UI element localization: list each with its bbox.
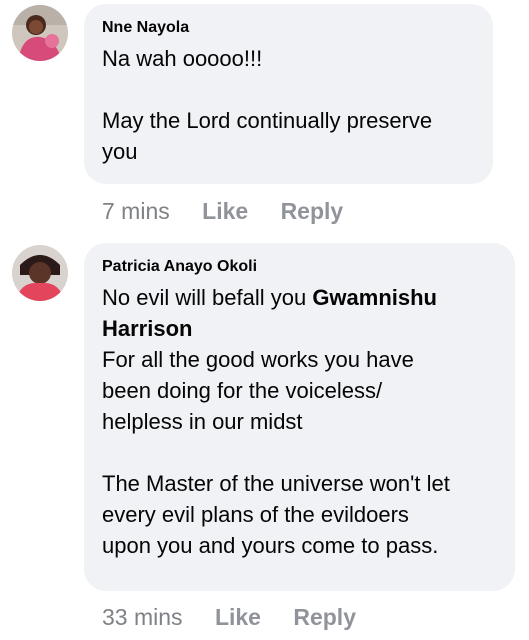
comment-line-text: No evil will befall you	[102, 285, 313, 310]
comment-bubble: Nne Nayola Na wah ooooo!!! May the Lord …	[84, 4, 493, 184]
comment-line: Na wah ooooo!!!	[102, 46, 263, 71]
comment-line: upon you and yours come to pass.	[102, 533, 439, 558]
reply-button[interactable]: Reply	[281, 198, 344, 224]
like-button[interactable]: Like	[202, 198, 248, 224]
comment-bubble: Patricia Anayo Okoli No evil will befall…	[84, 243, 515, 591]
comment-line: No evil will befall you Gwamnishu Harris…	[102, 282, 497, 344]
comment-line: every evil plans of the evildoers	[102, 502, 409, 527]
comment-line: The Master of the universe won't let	[102, 471, 450, 496]
user-photo-icon	[12, 245, 68, 301]
comment-text: No evil will befall you Gwamnishu Harris…	[102, 282, 497, 561]
comment-actions: 33 mins Like Reply	[102, 603, 382, 631]
comment-timestamp: 33 mins	[102, 604, 183, 630]
comment-actions: 7 mins Like Reply	[102, 197, 369, 225]
comment-text: Na wah ooooo!!! May the Lord continually…	[102, 43, 475, 167]
avatar[interactable]	[12, 5, 68, 61]
comment-author[interactable]: Patricia Anayo Okoli	[102, 257, 497, 277]
user-photo-icon	[12, 5, 68, 61]
comment-line: May the Lord continually preserve	[102, 108, 433, 133]
comment-line: you	[102, 139, 138, 164]
avatar[interactable]	[12, 245, 68, 301]
comment-line-blank	[102, 437, 497, 468]
reply-button[interactable]: Reply	[293, 604, 356, 630]
comment-author[interactable]: Nne Nayola	[102, 18, 475, 38]
comment-line-blank	[102, 74, 475, 105]
comment-timestamp: 7 mins	[102, 198, 170, 224]
comment-line: been doing for the voiceless/	[102, 378, 383, 403]
comment-line: For all the good works you have	[102, 347, 414, 372]
like-button[interactable]: Like	[215, 604, 261, 630]
comment-line: helpless in our midst	[102, 409, 303, 434]
